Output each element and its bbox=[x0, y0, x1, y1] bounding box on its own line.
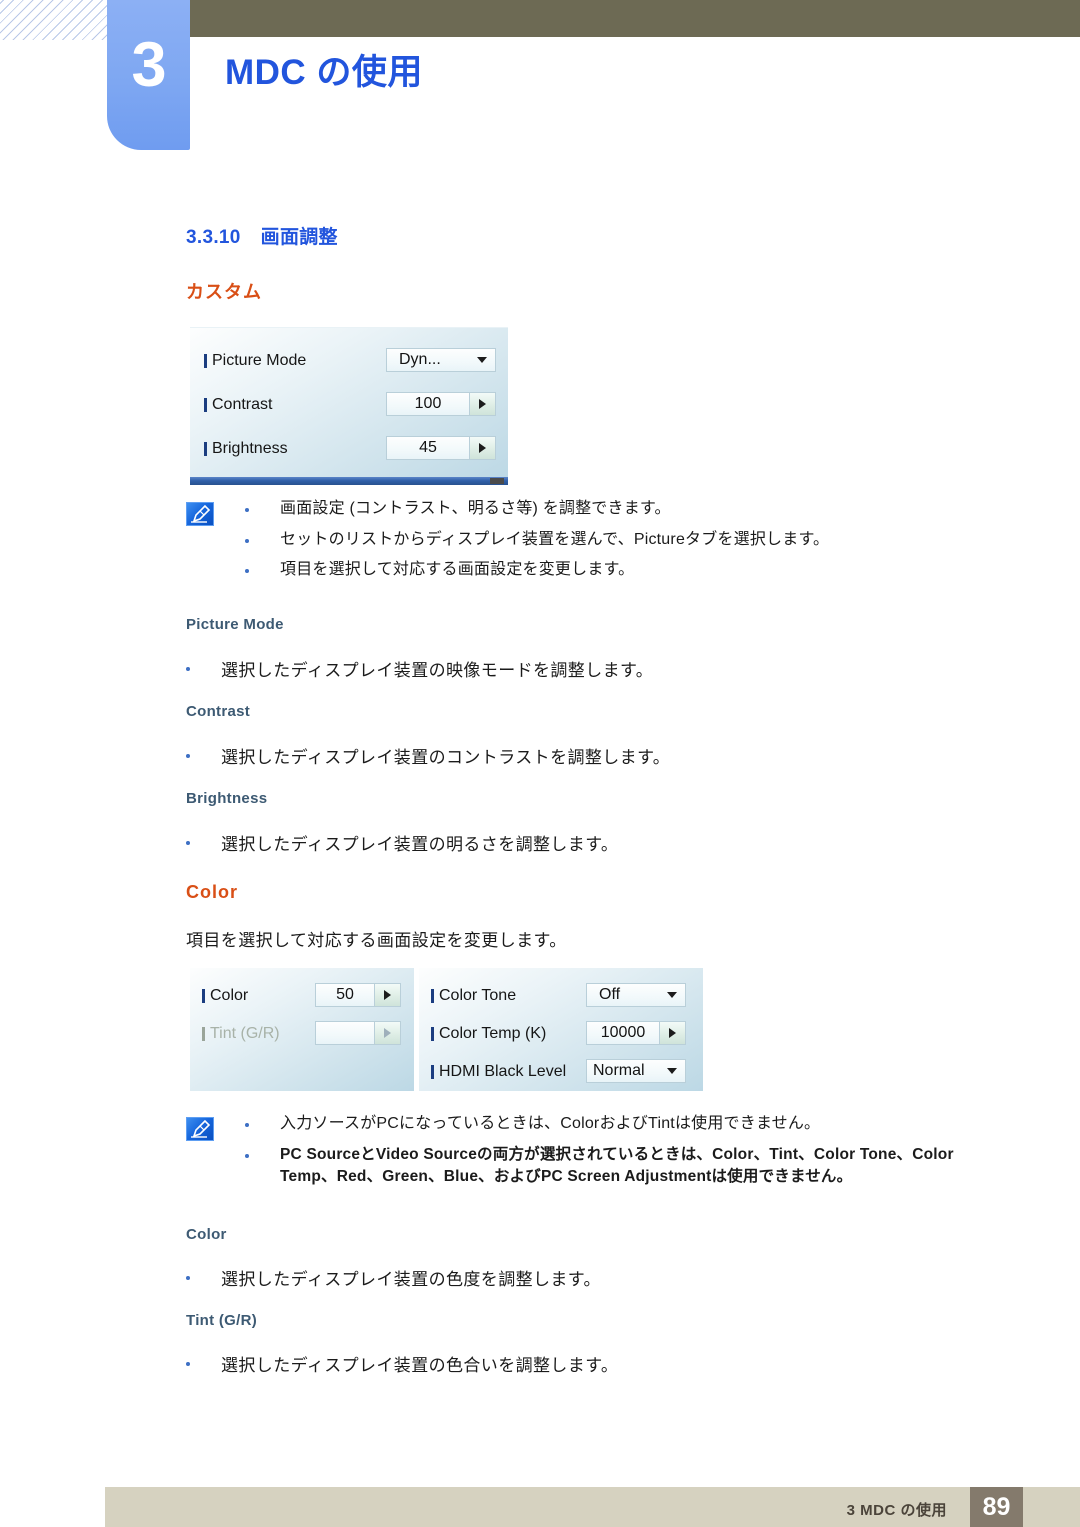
list-item: 入力ソースがPCになっているときは、ColorおよびTintは使用できません。 bbox=[245, 1113, 985, 1136]
contrast-increment-button[interactable] bbox=[470, 392, 496, 416]
bullet-dot-icon bbox=[245, 1153, 249, 1158]
term-brightness-desc: 選択したディスプレイ装置の明るさを調整します。 bbox=[186, 830, 618, 855]
tint-stepper bbox=[315, 1021, 401, 1045]
term-brightness: Brightness bbox=[186, 790, 268, 807]
field-marker-icon bbox=[204, 398, 207, 412]
color-temp-value: 10000 bbox=[600, 1024, 646, 1041]
footer-chapter-label: 3 MDC の使用 bbox=[846, 1502, 947, 1519]
color-temp-increment-button[interactable] bbox=[660, 1021, 686, 1045]
tint-increment-button bbox=[375, 1021, 401, 1045]
list-item: 画面設定 (コントラスト、明るさ等) を調整できます。 bbox=[245, 498, 1035, 521]
field-marker-icon bbox=[202, 1027, 205, 1041]
bullet-dot-icon bbox=[245, 1123, 249, 1127]
color-temp-value-field[interactable]: 10000 bbox=[586, 1021, 660, 1045]
bullet-dot-icon bbox=[186, 841, 190, 845]
subheading-custom: カスタム bbox=[186, 282, 262, 302]
picture-mode-dropdown[interactable]: Dyn... bbox=[386, 348, 496, 372]
contrast-value-field[interactable]: 100 bbox=[386, 392, 470, 416]
term-tint-desc: 選択したディスプレイ装置の色合いを調整します。 bbox=[186, 1351, 618, 1376]
color-label: Color bbox=[202, 987, 248, 1005]
color-tone-label: Color Tone bbox=[431, 987, 516, 1005]
note-list-color: 入力ソースがPCになっているときは、ColorおよびTintは使用できません。 … bbox=[245, 1113, 985, 1196]
field-marker-icon bbox=[431, 1027, 434, 1041]
hdmi-black-level-dropdown[interactable]: Normal bbox=[586, 1059, 686, 1083]
section-heading: 3.3.10 画面調整 bbox=[186, 222, 338, 249]
color-intro-text: 項目を選択して対応する画面設定を変更します。 bbox=[186, 931, 567, 950]
section-number: 3.3.10 bbox=[186, 227, 241, 248]
picture-mode-label: Picture Mode bbox=[204, 352, 306, 370]
color-temp-stepper[interactable]: 10000 bbox=[586, 1021, 686, 1045]
term-picture-mode-desc: 選択したディスプレイ装置の映像モードを調整します。 bbox=[186, 656, 653, 681]
color-temp-label: Color Temp (K) bbox=[431, 1025, 546, 1043]
note-list-picture: 画面設定 (コントラスト、明るさ等) を調整できます。 セットのリストからディス… bbox=[245, 498, 1035, 590]
list-item: セットのリストからディスプレイ装置を選んで、Pictureタブを選択します。 bbox=[245, 529, 1035, 552]
section-title: 画面調整 bbox=[260, 227, 338, 248]
triangle-right-icon bbox=[384, 1028, 391, 1038]
field-marker-icon bbox=[204, 442, 207, 456]
term-tint: Tint (G/R) bbox=[186, 1312, 258, 1329]
bullet-dot-icon bbox=[245, 538, 249, 543]
note-pen-icon bbox=[186, 502, 214, 526]
triangle-right-icon bbox=[479, 443, 486, 453]
color-value: 50 bbox=[336, 986, 354, 1003]
brightness-value: 45 bbox=[419, 439, 437, 456]
bullet-dot-icon bbox=[245, 508, 249, 512]
list-item: PC SourceとVideo Sourceの両方が選択されているときは、Col… bbox=[245, 1144, 985, 1188]
page-title: MDC の使用 bbox=[225, 53, 423, 92]
scrollbar-thumb[interactable] bbox=[490, 478, 504, 484]
field-marker-icon bbox=[204, 354, 207, 368]
chevron-down-icon bbox=[667, 1068, 677, 1074]
color-tone-value: Off bbox=[599, 986, 621, 1003]
note-pen-icon bbox=[186, 1117, 214, 1141]
triangle-right-icon bbox=[384, 990, 391, 1000]
bullet-dot-icon bbox=[186, 667, 190, 671]
contrast-stepper[interactable]: 100 bbox=[386, 392, 496, 416]
triangle-right-icon bbox=[479, 399, 486, 409]
chevron-down-icon bbox=[667, 992, 677, 998]
hdmi-black-level-value: Normal bbox=[593, 1062, 645, 1079]
color-settings-panel-left: Color 50 Tint (G/R) bbox=[190, 968, 414, 1091]
term-picture-mode: Picture Mode bbox=[186, 616, 284, 633]
tint-value-field bbox=[315, 1021, 375, 1045]
subheading-color: Color bbox=[186, 882, 238, 902]
color-tone-dropdown[interactable]: Off bbox=[586, 983, 686, 1007]
chevron-down-icon bbox=[477, 357, 487, 363]
header-olive-bar bbox=[190, 0, 1080, 37]
chapter-number: 3 bbox=[131, 30, 166, 100]
page-number: 89 bbox=[970, 1487, 1023, 1527]
contrast-value: 100 bbox=[414, 395, 442, 412]
term-color: Color bbox=[186, 1226, 227, 1243]
panel-horizontal-scrollbar[interactable] bbox=[190, 477, 508, 485]
picture-mode-value: Dyn... bbox=[399, 351, 441, 368]
decorative-hatch-pattern bbox=[0, 0, 107, 40]
brightness-stepper[interactable]: 45 bbox=[386, 436, 496, 460]
color-settings-panel-right: Color Tone Off Color Temp (K) 10000 HDMI… bbox=[419, 968, 703, 1091]
term-color-desc: 選択したディスプレイ装置の色度を調整します。 bbox=[186, 1265, 601, 1290]
color-increment-button[interactable] bbox=[375, 983, 401, 1007]
picture-settings-panel: Picture Mode Dyn... Contrast 100 Brightn… bbox=[190, 327, 508, 480]
bullet-dot-icon bbox=[245, 569, 249, 574]
bullet-dot-icon bbox=[186, 754, 190, 758]
hdmi-black-level-label: HDMI Black Level bbox=[431, 1063, 566, 1081]
term-contrast-desc: 選択したディスプレイ装置のコントラストを調整します。 bbox=[186, 743, 670, 768]
brightness-value-field[interactable]: 45 bbox=[386, 436, 470, 460]
bullet-dot-icon bbox=[186, 1276, 190, 1280]
color-value-field[interactable]: 50 bbox=[315, 983, 375, 1007]
brightness-increment-button[interactable] bbox=[470, 436, 496, 460]
triangle-right-icon bbox=[669, 1028, 676, 1038]
tint-label: Tint (G/R) bbox=[202, 1025, 280, 1043]
field-marker-icon bbox=[202, 989, 205, 1003]
color-stepper[interactable]: 50 bbox=[315, 983, 401, 1007]
brightness-label: Brightness bbox=[204, 440, 288, 458]
field-marker-icon bbox=[431, 1065, 434, 1079]
contrast-label: Contrast bbox=[204, 396, 272, 414]
field-marker-icon bbox=[431, 989, 434, 1003]
list-item: 項目を選択して対応する画面設定を変更します。 bbox=[245, 559, 1035, 582]
term-contrast: Contrast bbox=[186, 703, 251, 720]
bullet-dot-icon bbox=[186, 1362, 190, 1366]
